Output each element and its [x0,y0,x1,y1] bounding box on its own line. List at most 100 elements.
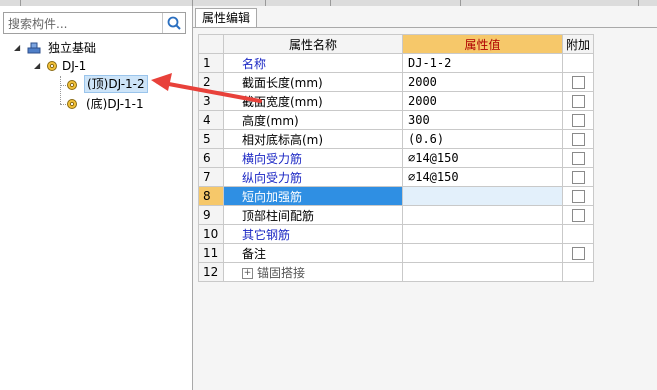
property-value-cell[interactable]: 2000 [402,91,563,111]
row-index: 4 [198,110,224,130]
property-name-label: 高度(mm) [242,113,299,128]
property-name-label: 备注 [242,246,267,261]
row-index: 9 [198,205,224,225]
property-name-label: 其它钢筋 [242,227,291,242]
tab-property-edit[interactable]: 属性编辑 [195,8,258,28]
row-index: 10 [198,224,224,244]
property-name-cell: 横向受力筋 [223,148,403,168]
tree-node-foundation[interactable]: ◢ 独立基础 [14,39,184,57]
property-row[interactable]: 2 截面长度(mm) 2000 [198,72,594,92]
property-name-cell: 名称 [223,53,403,73]
property-name-label: 短向加强筋 [242,189,303,204]
extra-cell [562,262,594,282]
property-value-cell[interactable]: (0.6) [402,129,563,149]
property-row[interactable]: 7 纵向受力筋 ⌀14@150 [198,167,594,187]
attach-checkbox[interactable] [571,76,585,89]
extra-cell [562,167,594,187]
property-name-label: 截面宽度(mm) [242,94,323,109]
extra-cell [562,224,594,244]
property-name-label: 纵向受力筋 [242,170,303,185]
property-row[interactable]: 11 备注 [198,243,594,263]
tree-node-dj1-2[interactable]: (顶)DJ-1-2 [66,75,156,94]
tree-node-label-selected: (顶)DJ-1-2 [84,75,148,93]
property-value-cell[interactable]: 2000 [402,72,563,92]
row-index: 8 [198,186,224,206]
property-value-cell[interactable] [402,186,563,206]
row-index: 12 [198,262,224,282]
property-row[interactable]: 9 顶部柱间配筋 [198,205,594,225]
extra-cell [562,110,594,130]
attach-checkbox[interactable] [571,114,585,127]
collapse-triangle-icon[interactable]: ◢ [34,57,40,75]
header-property-value: 属性值 [402,34,563,54]
property-name-cell: 高度(mm) [223,110,403,130]
property-row[interactable]: 5 相对底标高(m) (0.6) [198,129,594,149]
property-value-cell[interactable]: ⌀14@150 [402,148,563,168]
attach-checkbox[interactable] [571,95,585,108]
property-value-cell[interactable]: 300 [402,110,563,130]
property-row[interactable]: 8 短向加强筋 [198,186,594,206]
collapse-triangle-icon[interactable]: ◢ [14,39,20,57]
row-index: 11 [198,243,224,263]
extra-cell [562,72,594,92]
property-row[interactable]: 3 截面宽度(mm) 2000 [198,91,594,111]
attach-checkbox[interactable] [571,133,585,146]
property-name-label: 顶部柱间配筋 [242,208,315,223]
tree-node-dj1-1[interactable]: (底)DJ-1-1 [66,95,166,113]
property-name-label: 横向受力筋 [242,151,303,166]
property-name-cell: 其它钢筋 [223,224,403,244]
extra-cell [562,91,594,111]
search-icon [167,16,181,30]
extra-cell [562,148,594,168]
attach-checkbox[interactable] [571,190,585,203]
attach-checkbox[interactable] [571,247,585,260]
property-value-cell[interactable] [402,205,563,225]
grid-body: 1 名称 DJ-1-2 2 截面长度(mm) 2000 3 截面宽度(mm) 2000 4 高度(m… [198,53,594,282]
header-property-name: 属性名称 [223,34,403,54]
expand-plus-icon[interactable]: + [242,267,253,279]
foundation-icon [27,42,41,54]
property-row[interactable]: 12 + 锚固搭接 [198,262,594,282]
property-name-cell: 相对底标高(m) [223,129,403,149]
header-extra: 附加 [562,34,594,54]
attach-checkbox[interactable] [571,209,585,222]
row-index: 7 [198,167,224,187]
property-row[interactable]: 10 其它钢筋 [198,224,594,244]
property-value-cell[interactable]: ⌀14@150 [402,167,563,187]
property-value-cell[interactable]: DJ-1-2 [402,53,563,73]
extra-cell [562,186,594,206]
row-index: 3 [198,91,224,111]
grid-header-row: 属性名称 属性值 附加 [198,34,594,54]
property-editor-panel: 属性编辑 属性名称 属性值 附加 1 名称 DJ-1-2 2 截面长度(mm) 2000 3… [193,6,657,390]
attach-checkbox[interactable] [571,152,585,165]
extra-cell [562,129,594,149]
tree-connector-line [60,104,66,106]
search-input[interactable] [6,15,160,33]
extra-cell [562,53,594,73]
property-row[interactable]: 1 名称 DJ-1-2 [198,53,594,73]
property-name-label: 锚固搭接 [257,265,306,280]
row-index: 5 [198,129,224,149]
header-index [198,34,224,54]
component-tree-panel: ◢ 独立基础 ◢ DJ-1 (顶)DJ-1-2 (底)DJ-1-1 [0,6,193,390]
gear-component-icon [67,80,77,90]
property-row[interactable]: 4 高度(mm) 300 [198,110,594,130]
row-index: 6 [198,148,224,168]
property-name-label: 截面长度(mm) [242,75,323,90]
tree-node-label: DJ-1 [62,59,87,73]
extra-cell [562,205,594,225]
tree-connector-line [60,85,66,87]
property-value-cell[interactable] [402,224,563,244]
property-name-cell: 顶部柱间配筋 [223,205,403,225]
property-grid: 属性名称 属性值 附加 1 名称 DJ-1-2 2 截面长度(mm) 2000 3 截面宽度(… [198,34,594,282]
property-value-cell[interactable] [402,243,563,263]
property-value-cell[interactable] [402,262,563,282]
gear-component-icon [67,99,77,109]
property-name-label: 名称 [242,56,267,71]
search-button[interactable] [162,13,185,33]
tree-node-dj1[interactable]: ◢ DJ-1 [34,57,184,75]
tree-connector-line [60,76,62,104]
attach-checkbox[interactable] [571,171,585,184]
property-row[interactable]: 6 横向受力筋 ⌀14@150 [198,148,594,168]
property-name-cell: 纵向受力筋 [223,167,403,187]
